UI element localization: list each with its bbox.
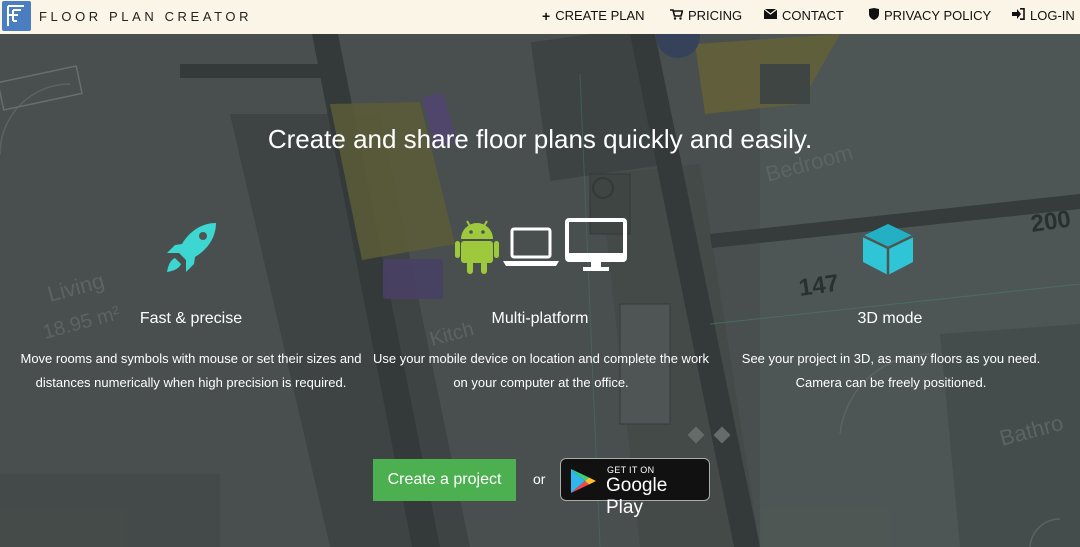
nav-contact[interactable]: CONTACT [763,8,844,23]
nav-pricing[interactable]: PRICING [670,8,742,23]
google-play-icon [570,468,598,499]
feature-title-multi-platform: Multi-platform [491,310,589,327]
nav-label: CONTACT [782,8,844,23]
rocket-icon [163,220,219,281]
laptop-icon [503,227,559,266]
hero-title: Create and share floor plans quickly and… [267,124,813,154]
cube-icon [860,222,916,283]
envelope-icon [763,8,778,22]
plus-icon: + [542,7,551,24]
feature-title-fast-precise: Fast & precise [139,310,243,327]
brand-name[interactable]: FLOOR PLAN CREATOR [39,9,252,24]
feature-text-fast-precise: Move rooms and symbols with mouse or set… [20,351,362,390]
nav-label: PRICING [688,8,743,23]
cart-icon [670,8,684,23]
google-play-badge[interactable]: GET IT ON Google Play [560,458,710,518]
nav-privacy-policy[interactable]: PRIVACY POLICY [869,8,991,23]
nav-label: PRIVACY POLICY [884,8,992,23]
nav-log-in[interactable]: LOG-IN [1012,8,1075,23]
create-project-button[interactable]: Create a project [373,459,516,501]
sign-in-icon [1012,8,1025,23]
gplay-big-text: Google Play [606,475,668,518]
top-navigation-bar: FLOOR PLAN CREATOR + CREATE PLAN PRICING… [0,0,1080,34]
feature-text-multi-platform: Use your mobile device on location and c… [372,351,709,390]
feature-text-3d-mode: See your project in 3D, as many floors a… [741,351,1041,390]
nav-label: LOG-IN [1030,8,1075,23]
nav-create-plan[interactable]: + CREATE PLAN [542,8,645,23]
android-icon [455,220,499,274]
monitor-icon [565,218,627,271]
or-label: or [533,471,546,487]
gplay-small-text: GET IT ON [607,465,655,475]
devices-icon [455,217,630,282]
logo-icon[interactable] [2,1,31,31]
shield-icon [869,8,879,23]
nav-label: CREATE PLAN [555,8,645,23]
feature-title-3d-mode: 3D mode [857,310,923,327]
